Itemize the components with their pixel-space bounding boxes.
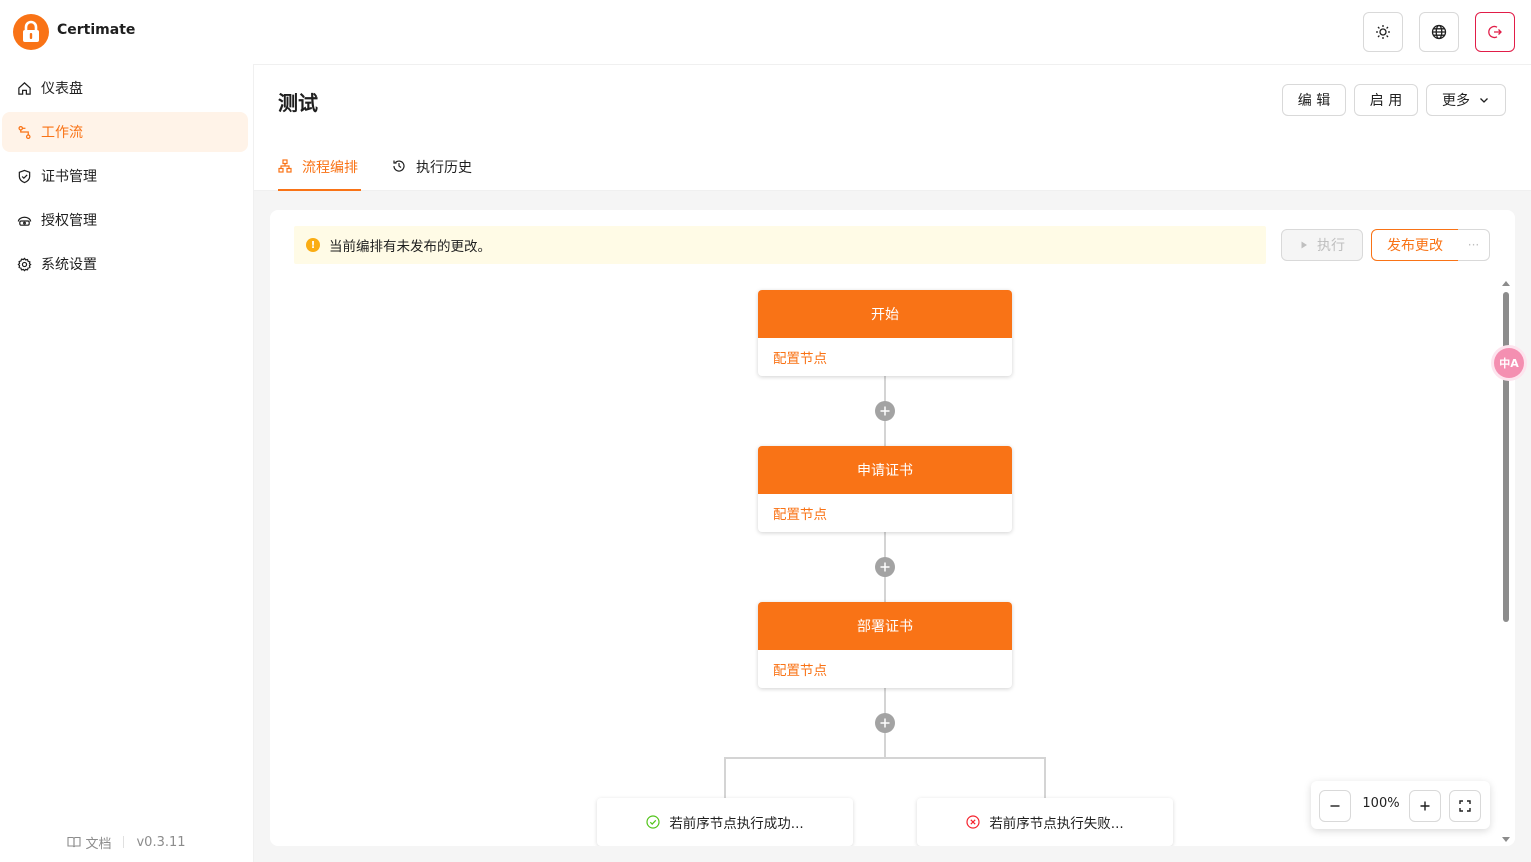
sidebar-item-settings[interactable]: 系统设置 xyxy=(2,244,248,284)
translate-icon[interactable]: 中A xyxy=(1494,348,1524,378)
sidebar-item-access[interactable]: 授权管理 xyxy=(2,200,248,240)
more-options-button[interactable]: ··· xyxy=(1458,229,1490,261)
sidebar-item-certificates[interactable]: 证书管理 xyxy=(2,156,248,196)
unpublished-alert: ! 当前编排有未发布的更改。 xyxy=(294,226,1266,264)
brand-name: Certimate xyxy=(57,22,136,38)
workflow-card: ! 当前编排有未发布的更改。 执行 发布更改 ··· 开始 配置节点 申请证书 … xyxy=(270,210,1515,846)
branch-on-failure[interactable]: 若前序节点执行失败... xyxy=(917,798,1173,846)
sidebar: 仪表盘 工作流 证书管理 授权管理 系统设置 文档 v0.3.11 xyxy=(0,64,253,862)
top-bar: Certimate xyxy=(0,0,1531,64)
zoom-out-button[interactable] xyxy=(1319,790,1351,822)
add-node-button[interactable] xyxy=(875,713,895,733)
add-node-button[interactable] xyxy=(875,557,895,577)
chevron-down-icon xyxy=(1480,98,1488,103)
configure-node-link[interactable]: 配置节点 xyxy=(758,650,1012,688)
logo-icon xyxy=(13,14,49,50)
node-title: 申请证书 xyxy=(758,446,1012,494)
publish-changes-button[interactable]: 发布更改 xyxy=(1371,229,1459,261)
workflow-node-start[interactable]: 开始 配置节点 xyxy=(758,290,1012,376)
home-icon xyxy=(18,81,31,95)
theme-toggle-button[interactable] xyxy=(1363,12,1403,52)
plus-icon xyxy=(880,406,890,416)
run-label: 执行 xyxy=(1317,238,1345,254)
gear-icon xyxy=(17,256,32,271)
docs-label: 文档 xyxy=(85,836,112,852)
page-header: 测试 编 辑 启 用 更多 流程编排 执行历史 xyxy=(254,65,1531,191)
more-dropdown-button[interactable]: 更多 xyxy=(1426,84,1506,116)
connector-line xyxy=(1044,757,1046,798)
tab-label: 执行历史 xyxy=(416,160,472,176)
sun-icon xyxy=(1376,25,1390,39)
tab-orchestration[interactable]: 流程编排 xyxy=(278,157,361,191)
scroll-up-arrow-icon[interactable] xyxy=(1502,280,1510,288)
zoom-controls: 100% xyxy=(1311,781,1490,829)
docs-link[interactable]: 文档 xyxy=(67,833,111,852)
history-icon xyxy=(393,160,405,172)
scroll-down-arrow-icon[interactable] xyxy=(1502,835,1510,843)
sidebar-footer: 文档 v0.3.11 xyxy=(0,832,253,852)
node-title: 开始 xyxy=(758,290,1012,338)
plus-icon xyxy=(880,562,890,572)
sidebar-item-label: 授权管理 xyxy=(41,213,97,229)
workflow-node-deploy[interactable]: 部署证书 配置节点 xyxy=(758,602,1012,688)
footer-divider xyxy=(123,836,125,848)
sidebar-item-label: 仪表盘 xyxy=(41,81,83,97)
sidebar-item-workflow[interactable]: 工作流 xyxy=(2,112,248,152)
shield-check-icon xyxy=(18,169,31,183)
page-title: 测试 xyxy=(278,91,318,115)
check-circle-icon xyxy=(646,815,660,829)
edit-button[interactable]: 编 辑 xyxy=(1282,84,1346,116)
language-button[interactable] xyxy=(1419,12,1459,52)
branch-label: 若前序节点执行失败... xyxy=(989,816,1124,832)
plus-icon xyxy=(880,718,890,728)
workflow-node-apply[interactable]: 申请证书 配置节点 xyxy=(758,446,1012,532)
warning-icon: ! xyxy=(306,238,320,252)
fullscreen-button[interactable] xyxy=(1449,790,1481,822)
run-button[interactable]: 执行 xyxy=(1281,229,1363,261)
sitemap-icon xyxy=(278,159,292,173)
play-icon xyxy=(1301,241,1307,249)
sidebar-item-label: 系统设置 xyxy=(41,257,97,273)
sidebar-item-dashboard[interactable]: 仪表盘 xyxy=(2,68,248,108)
scrollbar-thumb[interactable] xyxy=(1503,292,1509,622)
add-node-button[interactable] xyxy=(875,401,895,421)
node-title: 部署证书 xyxy=(758,602,1012,650)
version-label: v0.3.11 xyxy=(136,834,186,850)
configure-node-link[interactable]: 配置节点 xyxy=(758,494,1012,532)
logout-icon xyxy=(1488,25,1502,39)
alert-text: 当前编排有未发布的更改。 xyxy=(329,239,491,255)
sidebar-item-label: 证书管理 xyxy=(41,169,97,185)
tab-label: 流程编排 xyxy=(302,160,358,176)
branch-connector-line xyxy=(724,757,1046,759)
tab-history[interactable]: 执行历史 xyxy=(392,157,482,191)
configure-node-link[interactable]: 配置节点 xyxy=(758,338,1012,376)
close-circle-icon xyxy=(966,815,980,829)
globe-icon xyxy=(1431,24,1447,40)
zoom-in-button[interactable] xyxy=(1409,790,1441,822)
plus-icon xyxy=(1420,801,1430,811)
main-area: 测试 编 辑 启 用 更多 流程编排 执行历史 ! 当前编排有未发布的更改。 执… xyxy=(253,64,1531,862)
logout-button[interactable] xyxy=(1475,12,1515,52)
workflow-icon xyxy=(18,125,31,139)
sidebar-item-label: 工作流 xyxy=(41,125,83,141)
more-label: 更多 xyxy=(1442,93,1470,109)
branch-label: 若前序节点执行成功... xyxy=(669,816,804,832)
minus-icon xyxy=(1330,805,1340,807)
branch-on-success[interactable]: 若前序节点执行成功... xyxy=(597,798,853,846)
enable-button[interactable]: 启 用 xyxy=(1354,84,1418,116)
fullscreen-icon xyxy=(1459,800,1471,812)
key-access-icon xyxy=(17,216,32,226)
zoom-level: 100% xyxy=(1362,796,1400,811)
book-icon xyxy=(67,836,82,848)
connector-line xyxy=(724,757,726,798)
